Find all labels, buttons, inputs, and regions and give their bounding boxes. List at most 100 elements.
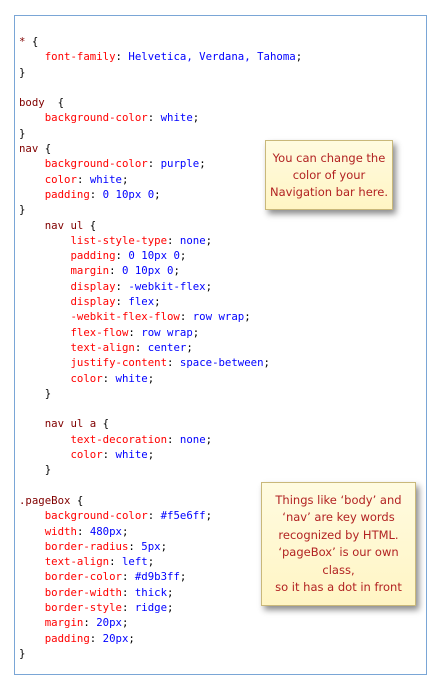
- code-semicolon: ;: [263, 356, 270, 370]
- code-semicolon: ;: [122, 172, 129, 186]
- code-property: margin: [70, 264, 110, 278]
- code-semicolon: ;: [147, 555, 155, 569]
- code-colon: :: [167, 356, 180, 370]
- code-property: text-align: [44, 555, 110, 569]
- code-colon: :: [89, 631, 103, 645]
- code-colon: :: [102, 448, 116, 462]
- code-value: 0 10px 0: [102, 187, 155, 201]
- code-value: center: [147, 340, 187, 354]
- code-line: .pageBox {: [19, 493, 302, 508]
- code-property: list-style-type: [70, 233, 168, 247]
- code-colon: :: [115, 249, 129, 263]
- code-value: Helvetica, Verdana, Tahoma: [128, 50, 296, 64]
- code-value: space-between: [179, 356, 264, 370]
- code-semicolon: ;: [179, 570, 187, 584]
- code-line: background-color: white;: [19, 110, 302, 125]
- code-colon: :: [109, 264, 122, 278]
- code-value: 480px: [89, 524, 122, 538]
- code-colon: :: [115, 279, 129, 293]
- code-semicolon: ;: [192, 325, 200, 339]
- code-property: display: [70, 279, 116, 293]
- code-semicolon: ;: [154, 187, 161, 201]
- css-code-block: * { font-family: Helvetica, Verdana, Tah…: [19, 34, 302, 661]
- code-line: border-style: ridge;: [19, 600, 302, 615]
- code-line: border-radius: 5px;: [19, 539, 302, 554]
- code-selector: }: [19, 646, 26, 660]
- code-property: display: [70, 295, 116, 309]
- code-line: margin: 0 10px 0;: [19, 263, 302, 278]
- code-semicolon: ;: [295, 50, 303, 64]
- code-value: white: [89, 172, 122, 186]
- code-value: 20px: [102, 631, 129, 645]
- code-semicolon: ;: [205, 509, 213, 523]
- code-line: display: flex;: [19, 294, 302, 309]
- code-line: }: [19, 462, 302, 477]
- code-line: background-color: purple;: [19, 156, 302, 171]
- code-line: }: [19, 646, 302, 661]
- code-property: padding: [70, 249, 116, 263]
- code-colon: :: [167, 432, 180, 446]
- code-value: none: [179, 432, 206, 446]
- code-value: #f5e6ff: [160, 509, 206, 523]
- code-property: text-align: [70, 340, 135, 354]
- code-property: border-width: [44, 585, 122, 599]
- code-semicolon: ;: [154, 295, 161, 309]
- code-line: text-decoration: none;: [19, 432, 302, 447]
- code-property: font-family: [44, 50, 116, 64]
- code-selector: nav ul a {: [44, 417, 110, 431]
- code-colon: :: [102, 371, 116, 385]
- code-line: }: [19, 126, 302, 141]
- code-semicolon: ;: [121, 616, 129, 630]
- code-property: color: [44, 172, 77, 186]
- code-line: padding: 0 10px 0;: [19, 187, 302, 202]
- code-semicolon: ;: [147, 371, 155, 385]
- code-semicolon: ;: [122, 524, 129, 538]
- code-property: border-color: [44, 570, 122, 584]
- code-line: width: 480px;: [19, 524, 302, 539]
- code-line: text-align: left;: [19, 554, 302, 569]
- code-selector: }: [19, 463, 52, 477]
- code-line: border-width: thick;: [19, 585, 302, 600]
- code-selector: }: [19, 126, 26, 140]
- code-colon: :: [115, 295, 129, 309]
- code-colon: :: [167, 233, 180, 247]
- code-semicolon: ;: [167, 600, 174, 614]
- code-selector: nav {: [19, 142, 52, 156]
- code-colon: :: [121, 600, 135, 614]
- code-selector: * {: [19, 35, 39, 48]
- code-property: flex-flow: [70, 325, 129, 339]
- code-line: color: white;: [19, 172, 302, 187]
- code-value: row wrap: [192, 310, 245, 324]
- code-selector: }: [19, 65, 26, 79]
- code-semicolon: ;: [205, 233, 213, 247]
- code-colon: :: [109, 555, 122, 569]
- code-line: display: -webkit-flex;: [19, 279, 302, 294]
- code-line: justify-content: space-between;: [19, 355, 302, 370]
- code-value: thick: [134, 585, 168, 599]
- code-property: text-decoration: [70, 432, 168, 446]
- code-line: border-color: #d9b3ff;: [19, 569, 302, 584]
- code-selector: body {: [19, 96, 65, 110]
- code-value: purple: [160, 157, 200, 171]
- code-line: text-align: center;: [19, 340, 302, 355]
- code-colon: :: [115, 50, 129, 64]
- code-line: }: [19, 202, 302, 217]
- code-value: 5px: [141, 539, 161, 553]
